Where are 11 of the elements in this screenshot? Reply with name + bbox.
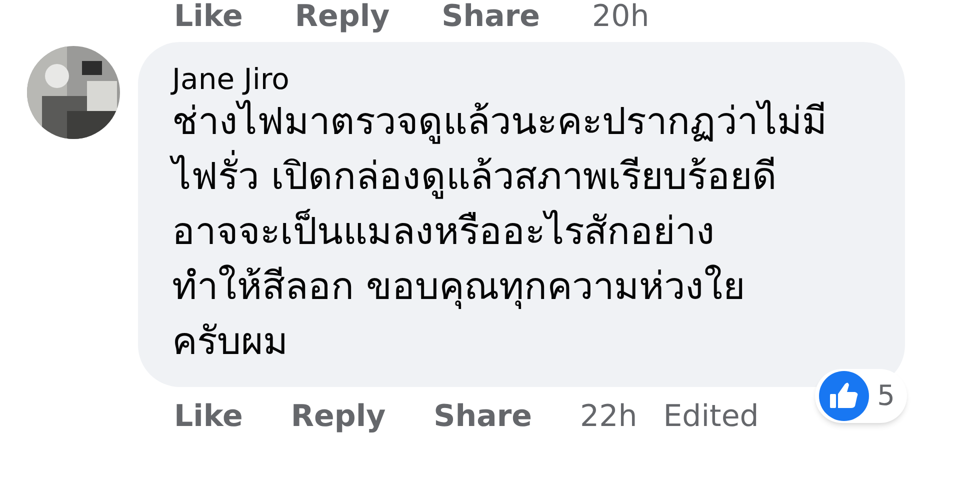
like-icon (819, 371, 870, 421)
edited-label: Edited (663, 398, 759, 436)
share-link[interactable]: Share (442, 0, 540, 34)
share-link[interactable]: Share (434, 397, 532, 437)
like-link[interactable]: Like (174, 397, 243, 437)
timestamp[interactable]: 22h (580, 397, 638, 437)
like-link[interactable]: Like (174, 0, 243, 34)
reaction-badge[interactable]: 5 (815, 369, 907, 423)
reply-link[interactable]: Reply (290, 397, 386, 437)
reply-link[interactable]: Reply (294, 0, 390, 34)
timestamp[interactable]: 20h (592, 0, 650, 34)
